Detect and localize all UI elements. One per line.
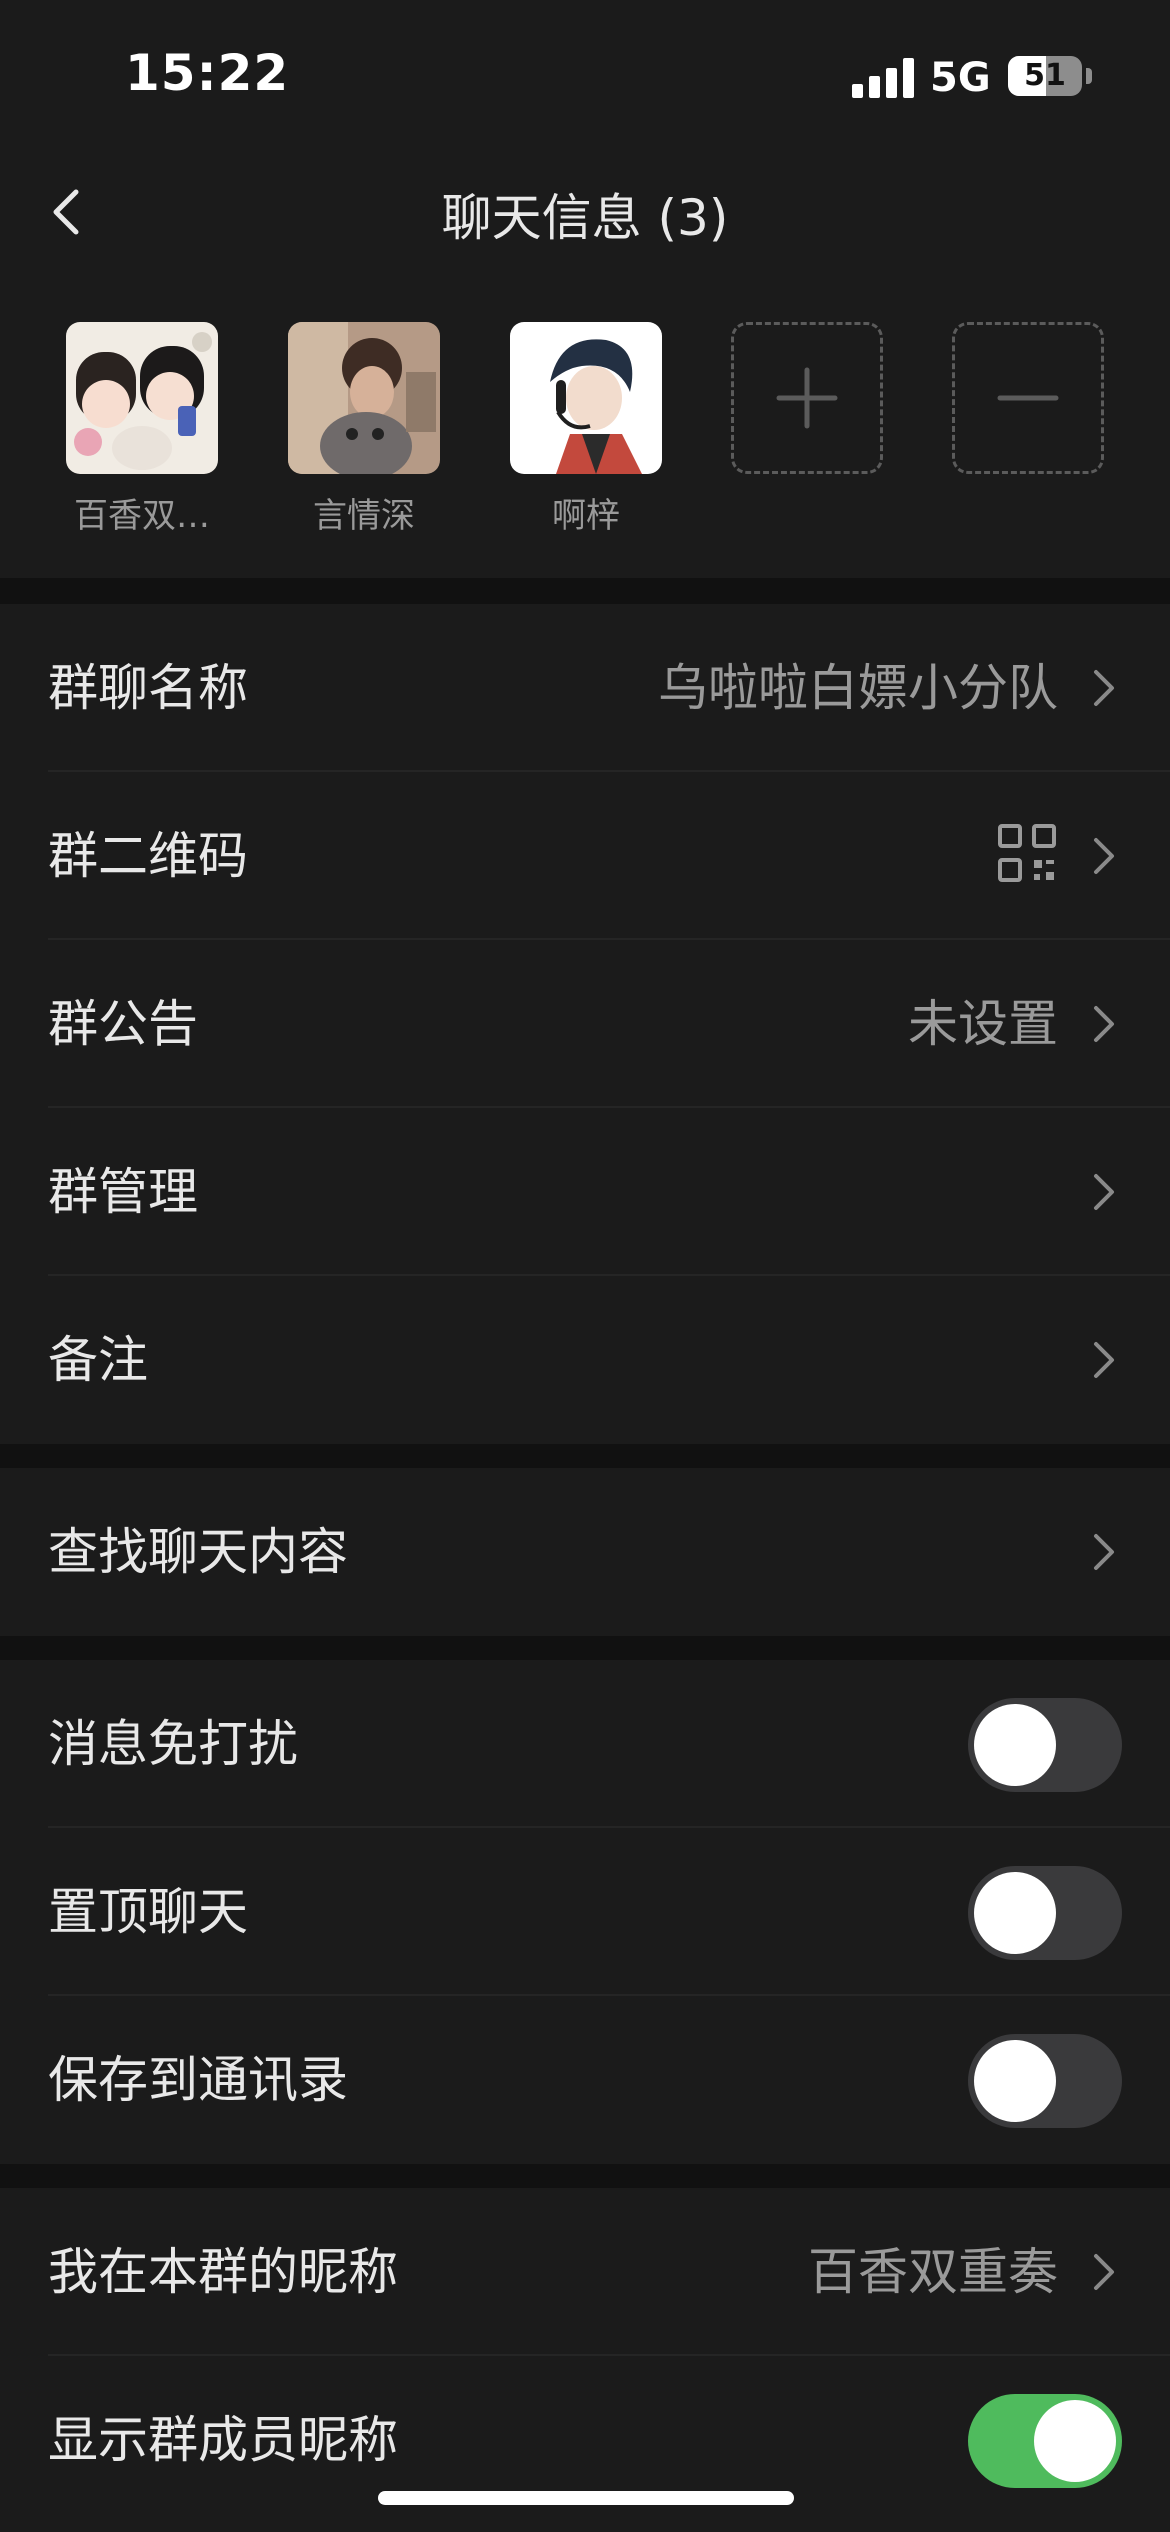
my-nickname-value: 百香双重奏 (808, 2243, 1058, 2301)
chevron-right-icon (1094, 1534, 1114, 1570)
avatar[interactable] (510, 322, 662, 474)
avatar[interactable] (66, 322, 218, 474)
member-name: 言情深 (313, 496, 415, 536)
plus-icon (776, 367, 838, 429)
member-item[interactable]: 言情深 (288, 322, 440, 537)
group-notice-label: 群公告 (48, 995, 198, 1053)
home-indicator (378, 2491, 794, 2505)
group-remark-label: 备注 (48, 1331, 148, 1389)
pin-label: 置顶聊天 (48, 1883, 248, 1941)
status-bar: 15:22 5G 51 (0, 0, 1170, 150)
my-nickname-label: 我在本群的昵称 (48, 2243, 398, 2301)
show-nicknames-label: 显示群成员昵称 (48, 2411, 398, 2469)
search-section: 查找聊天内容 (0, 1468, 1170, 1636)
chevron-right-icon (1094, 1342, 1114, 1378)
group-remark-row[interactable]: 备注 (0, 1276, 1170, 1444)
group-manage-row[interactable]: 群管理 (0, 1108, 1170, 1276)
minus-icon (997, 395, 1059, 401)
status-time: 15:22 (125, 44, 290, 102)
battery-cap (1086, 68, 1092, 84)
avatar[interactable] (288, 322, 440, 474)
battery-icon: 51 (1008, 56, 1082, 96)
chevron-right-icon (1094, 838, 1114, 874)
group-name-label: 群聊名称 (48, 659, 248, 717)
toggle-knob (974, 2040, 1056, 2122)
group-qr-row[interactable]: 群二维码 (0, 772, 1170, 940)
mute-toggle[interactable] (968, 1698, 1122, 1792)
chevron-right-icon (1094, 1006, 1114, 1042)
battery-level: 51 (1024, 58, 1066, 93)
group-notice-row[interactable]: 群公告 未设置 (0, 940, 1170, 1108)
screen: 15:22 5G 51 聊天信息 (3) 百香双… 言情深 啊梓 群聊名称 乌啦… (0, 0, 1170, 2532)
member-grid: 百香双… 言情深 啊梓 (0, 270, 1170, 578)
nav-bar: 聊天信息 (3) (0, 150, 1170, 270)
add-member-button[interactable] (731, 322, 883, 474)
save-contacts-label: 保存到通讯录 (48, 2051, 348, 2109)
search-history-row[interactable]: 查找聊天内容 (0, 1468, 1170, 1636)
mute-row: 消息免打扰 (0, 1660, 1170, 1828)
member-item[interactable]: 啊梓 (510, 322, 662, 537)
group-name-value: 乌啦啦白嫖小分队 (658, 659, 1058, 717)
save-contacts-row: 保存到通讯录 (0, 1996, 1170, 2164)
member-name: 百香双… (74, 496, 210, 536)
group-notice-value: 未设置 (908, 995, 1058, 1053)
pin-row: 置顶聊天 (0, 1828, 1170, 1996)
group-manage-label: 群管理 (48, 1163, 198, 1221)
chevron-right-icon (1094, 2254, 1114, 2290)
qr-code-icon (998, 824, 1056, 882)
group-qr-label: 群二维码 (48, 827, 248, 885)
toggle-knob (974, 1704, 1056, 1786)
search-history-label: 查找聊天内容 (48, 1523, 348, 1581)
toggles-section: 消息免打扰 置顶聊天 保存到通讯录 (0, 1660, 1170, 2164)
chevron-right-icon (1094, 670, 1114, 706)
page-title: 聊天信息 (3) (441, 189, 729, 247)
signal-icon (852, 58, 916, 98)
toggle-knob (1034, 2400, 1116, 2482)
toggle-knob (974, 1872, 1056, 1954)
nickname-section: 我在本群的昵称 百香双重奏 显示群成员昵称 (0, 2188, 1170, 2532)
chevron-right-icon (1094, 1174, 1114, 1210)
mute-label: 消息免打扰 (48, 1715, 298, 1773)
member-item[interactable]: 百香双… (66, 322, 218, 537)
member-name: 啊梓 (552, 496, 620, 536)
show-nicknames-toggle[interactable] (968, 2394, 1122, 2488)
group-info-section: 群聊名称 乌啦啦白嫖小分队 群二维码 群公告 未设置 群管理 备注 (0, 604, 1170, 1444)
save-contacts-toggle[interactable] (968, 2034, 1122, 2128)
remove-member-button[interactable] (952, 322, 1104, 474)
pin-toggle[interactable] (968, 1866, 1122, 1960)
network-type: 5G (930, 55, 991, 101)
group-name-row[interactable]: 群聊名称 乌啦啦白嫖小分队 (0, 604, 1170, 772)
my-nickname-row[interactable]: 我在本群的昵称 百香双重奏 (0, 2188, 1170, 2356)
